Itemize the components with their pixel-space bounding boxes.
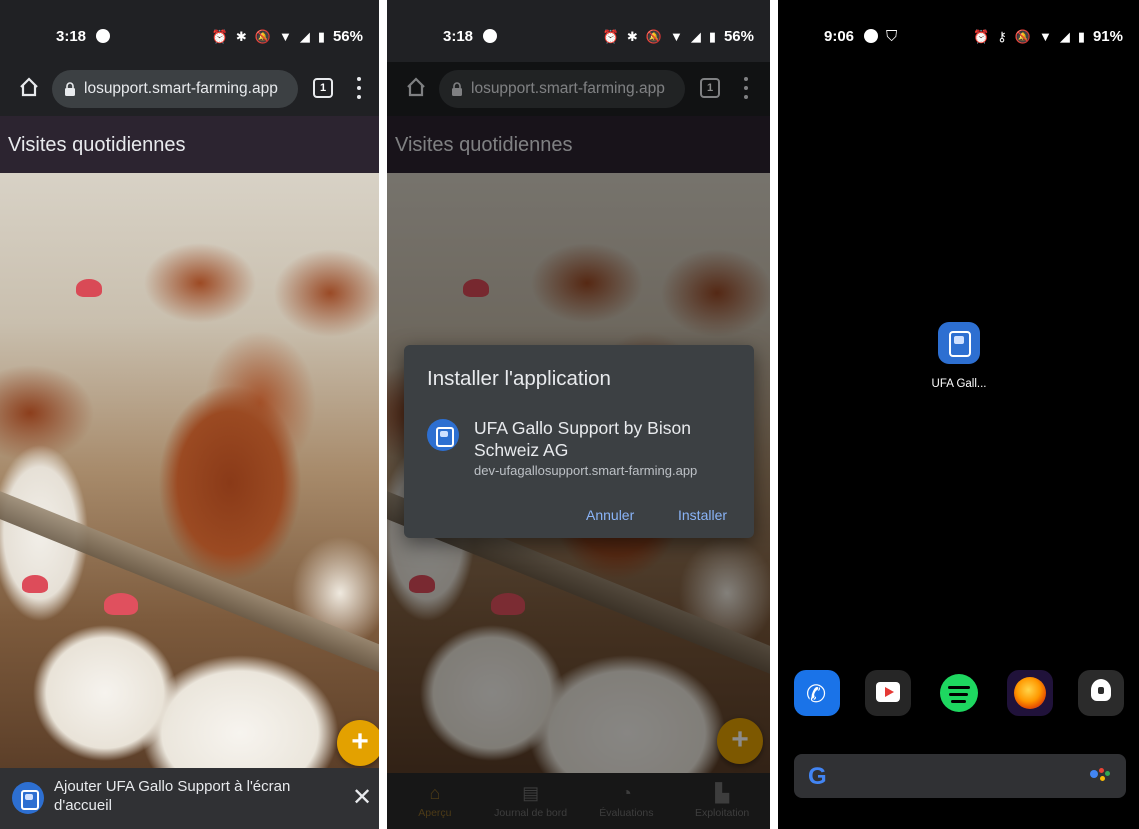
- overflow-menu-icon[interactable]: [743, 77, 749, 99]
- overflow-menu-icon[interactable]: [356, 77, 362, 99]
- tab-switcher-icon[interactable]: 1: [700, 78, 720, 98]
- battery-icon: ▮: [708, 28, 716, 44]
- tab-switcher-icon[interactable]: 1: [313, 78, 333, 98]
- bluetooth-icon: ✱: [626, 28, 638, 44]
- clock: 3:18: [56, 28, 111, 45]
- battery-percent: 56%: [332, 28, 363, 45]
- nav-item-exploitation[interactable]: ▙ Exploitation: [674, 773, 770, 829]
- mute-icon: 🔕: [254, 28, 271, 44]
- address-bar[interactable]: losupport.smart-farming.app: [439, 70, 685, 108]
- status-bar: 3:18 ⏰ ✱ 🔕 ▼ ◢ ▮ 56%: [0, 0, 379, 62]
- phone-icon[interactable]: ✆: [794, 670, 840, 716]
- status-bar: 9:06 ⛉ ⏰ ⚷ 🔕 ▼ ◢ ▮ 91%: [778, 0, 1139, 62]
- lock-icon: [65, 82, 75, 96]
- lens-icon[interactable]: [1078, 670, 1124, 716]
- status-icons: ⏰ ✱ 🔕 ▼ ◢ ▮ 56%: [603, 28, 754, 45]
- bottom-navigation: ⌂ Aperçu ▤ Journal de bord ◔ Évaluations ▙ E…: [387, 773, 770, 829]
- gauge-icon: ◔: [620, 783, 632, 803]
- hens-photo: +: [0, 173, 379, 773]
- install-button[interactable]: Installer: [678, 507, 727, 523]
- alarm-icon: ⏰: [973, 28, 990, 44]
- close-icon[interactable]: ✕: [352, 786, 372, 810]
- battery-icon: ▮: [1077, 28, 1085, 44]
- youtube-icon[interactable]: [865, 670, 911, 716]
- signal-icon: ◢: [1059, 28, 1070, 44]
- wifi-icon: ▼: [669, 29, 683, 44]
- ufa-gallo-app-icon: [938, 322, 980, 364]
- mute-icon: 🔕: [645, 28, 662, 44]
- panel-browser-banner: 3:18 ⏰ ✱ 🔕 ▼ ◢ ▮ 56% losupport.smart-far…: [0, 0, 379, 829]
- notification-icon: [96, 29, 111, 43]
- clock: 3:18: [443, 28, 498, 45]
- home-icon[interactable]: [405, 76, 427, 98]
- notification-icon: [864, 29, 879, 43]
- farm-icon: ▙: [715, 783, 730, 803]
- dialog-app-name: UFA Gallo Support by Bison Schweiz AG: [474, 418, 691, 460]
- ufa-gallo-app-icon: [427, 419, 459, 451]
- status-icons: ⏰ ⚷ 🔕 ▼ ◢ ▮ 91%: [973, 28, 1123, 45]
- status-bar: 3:18 ⏰ ✱ 🔕 ▼ ◢ ▮ 56%: [387, 0, 770, 62]
- assistant-icon[interactable]: [1090, 768, 1110, 784]
- browser-toolbar: losupport.smart-farming.app 1: [0, 62, 379, 116]
- nav-item-evaluations[interactable]: ◔ Évaluations: [579, 773, 675, 829]
- nav-item-journal[interactable]: ▤ Journal de bord: [483, 773, 579, 829]
- battery-icon: ▮: [317, 28, 325, 44]
- app-dock: ✆: [794, 670, 1124, 716]
- alarm-icon: ⏰: [211, 28, 228, 44]
- alarm-icon: ⏰: [602, 28, 619, 44]
- spotify-icon[interactable]: [936, 670, 982, 716]
- firefox-icon[interactable]: [1007, 670, 1053, 716]
- dialog-title: Installer l'application: [427, 367, 611, 390]
- nav-item-apercu[interactable]: ⌂ Aperçu: [387, 773, 483, 829]
- bluetooth-icon: ✱: [235, 28, 247, 44]
- battery-percent: 56%: [723, 28, 754, 45]
- clipboard-icon: ▤: [522, 783, 540, 803]
- key-icon: ⚷: [997, 28, 1007, 44]
- shortcut-label: UFA Gall...: [931, 378, 987, 390]
- add-fab-button[interactable]: +: [337, 720, 379, 766]
- address-bar[interactable]: losupport.smart-farming.app: [52, 70, 298, 108]
- page-title: Visites quotidiennes: [387, 116, 770, 173]
- install-banner[interactable]: Ajouter UFA Gallo Support à l'écran d'ac…: [0, 768, 379, 829]
- wifi-icon: ▼: [1038, 29, 1052, 44]
- wifi-icon: ▼: [278, 29, 292, 44]
- home-icon: ⌂: [429, 783, 441, 803]
- browser-toolbar: losupport.smart-farming.app 1: [387, 62, 770, 116]
- panel-home-screen: 9:06 ⛉ ⏰ ⚷ 🔕 ▼ ◢ ▮ 91% UFA Gall... ✆ G: [778, 0, 1139, 829]
- lock-icon: [452, 82, 462, 96]
- dialog-app-url: dev-ufagallosupport.smart-farming.app: [474, 463, 698, 478]
- notification-icon: [483, 29, 498, 43]
- google-icon: G: [808, 763, 827, 790]
- status-icons: ⏰ ✱ 🔕 ▼ ◢ ▮ 56%: [212, 28, 363, 45]
- shield-icon: ⛉: [886, 28, 898, 45]
- google-search-bar[interactable]: G: [794, 754, 1126, 798]
- signal-icon: ◢: [690, 28, 701, 44]
- clock: 9:06 ⛉: [824, 28, 898, 45]
- url-text: losupport.smart-farming.app: [84, 80, 278, 97]
- install-banner-text[interactable]: Ajouter UFA Gallo Support à l'écran d'ac…: [54, 777, 324, 815]
- panel-install-dialog: 3:18 ⏰ ✱ 🔕 ▼ ◢ ▮ 56% losupport.smart-far…: [387, 0, 770, 829]
- home-shortcut-ufa-gallo[interactable]: UFA Gall...: [927, 322, 991, 390]
- add-fab-button[interactable]: +: [717, 718, 763, 764]
- url-text: losupport.smart-farming.app: [471, 80, 665, 97]
- signal-icon: ◢: [299, 28, 310, 44]
- mute-icon: 🔕: [1014, 28, 1031, 44]
- install-app-dialog: Installer l'application UFA Gallo Suppor…: [404, 345, 754, 538]
- cancel-button[interactable]: Annuler: [586, 507, 634, 523]
- battery-percent: 91%: [1092, 28, 1123, 45]
- page-title: Visites quotidiennes: [0, 116, 379, 173]
- home-icon[interactable]: [18, 76, 40, 98]
- screenshot-collage: 3:18 ⏰ ✱ 🔕 ▼ ◢ ▮ 56% losupport.smart-far…: [0, 0, 1139, 829]
- ufa-gallo-app-icon: [12, 782, 44, 814]
